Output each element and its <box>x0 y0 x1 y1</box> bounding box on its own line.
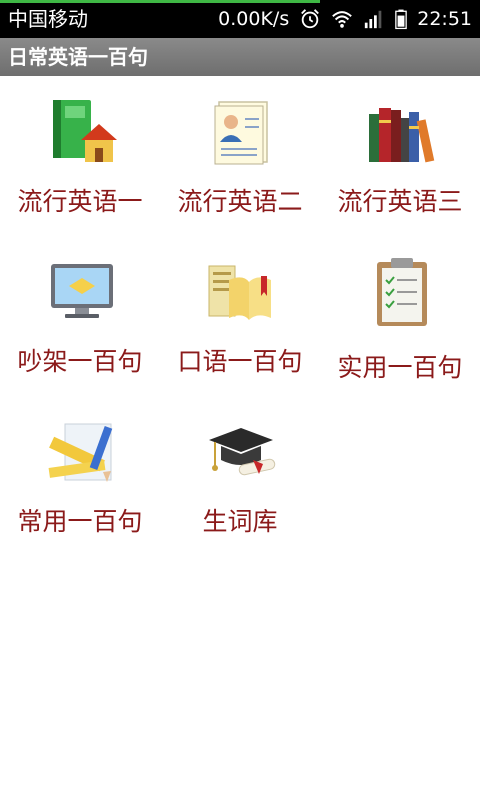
resume-card-icon <box>214 101 268 165</box>
menu-item-label: 流行英语一 <box>17 187 143 216</box>
menu-item-label: 流行英语三 <box>337 187 463 216</box>
graduation-cap-icon <box>209 428 276 476</box>
wifi-icon <box>332 11 353 28</box>
monitor-icon <box>51 264 113 318</box>
menu-item-label: 常用一百句 <box>17 507 143 536</box>
battery-icon <box>395 9 408 30</box>
green-book-house-icon <box>53 100 117 162</box>
menu-item-popular-english-1[interactable]: 流行英语一 <box>0 90 160 240</box>
ruler-pencil-icon <box>48 423 113 482</box>
menu-item-label: 生词库 <box>202 507 278 536</box>
menu-item-label: 流行英语二 <box>177 187 303 216</box>
network-speed: 0.00K/s <box>218 8 290 30</box>
menu-item-label: 口语一百句 <box>177 347 303 376</box>
status-bar: 中国移动 0.00K/s 22:51 <box>0 0 480 38</box>
menu-item-practical-100[interactable]: 实用一百句 <box>320 250 480 400</box>
clipboard-icon <box>377 258 427 326</box>
open-book-icon <box>208 265 271 320</box>
menu-item-label: 实用一百句 <box>337 353 463 382</box>
menu-item-spoken-100[interactable]: 口语一百句 <box>160 250 320 400</box>
menu-item-vocabulary[interactable]: 生词库 <box>160 412 320 562</box>
menu-item-label: 吵架一百句 <box>17 347 143 376</box>
app-title-bar: 日常英语一百句 <box>0 38 480 76</box>
menu-item-common-100[interactable]: 常用一百句 <box>0 412 160 562</box>
alarm-icon <box>301 9 320 29</box>
bookshelf-icon <box>369 108 435 163</box>
download-progress-bar <box>0 0 320 3</box>
menu-item-popular-english-2[interactable]: 流行英语二 <box>160 90 320 240</box>
signal-icon <box>365 10 382 29</box>
menu-item-popular-english-3[interactable]: 流行英语三 <box>320 90 480 240</box>
menu-item-quarrel-100[interactable]: 吵架一百句 <box>0 250 160 400</box>
app-title: 日常英语一百句 <box>8 45 148 69</box>
status-indicators: 0.00K/s 22:51 <box>218 7 472 31</box>
clock: 22:51 <box>417 8 472 30</box>
carrier-name: 中国移动 <box>8 7 88 31</box>
